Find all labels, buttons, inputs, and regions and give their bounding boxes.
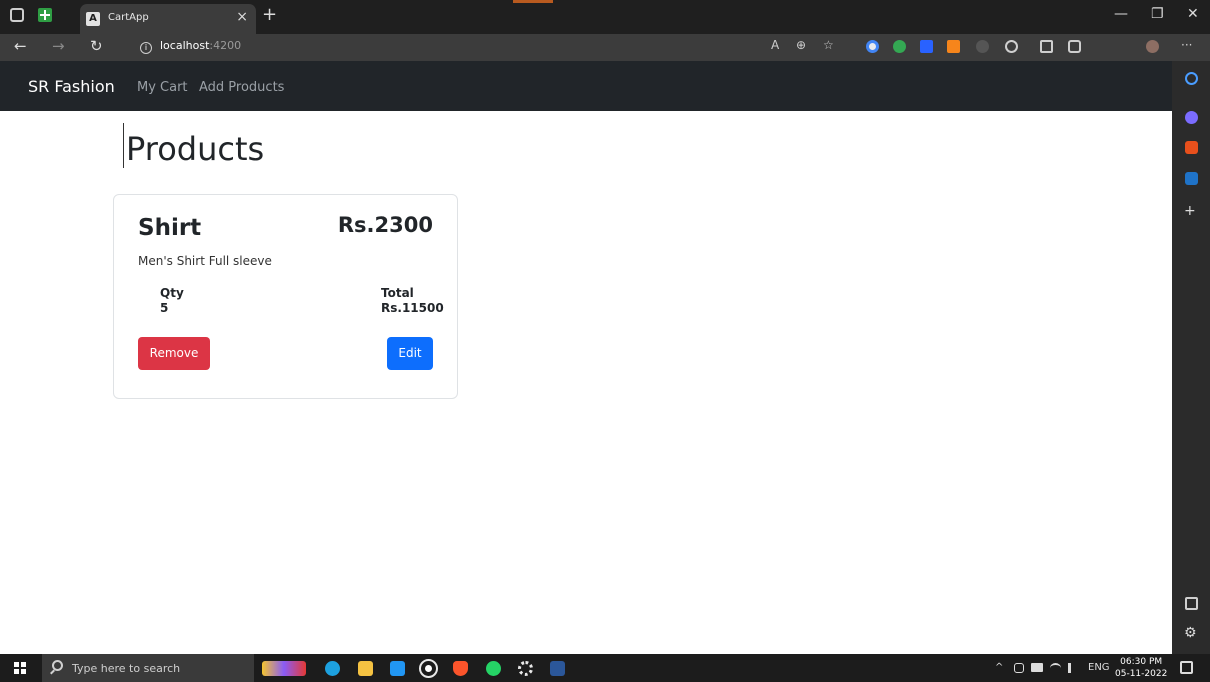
profile-avatar[interactable] <box>1146 40 1159 53</box>
reload-icon[interactable]: ↻ <box>90 37 103 55</box>
tray-app-icon[interactable] <box>1014 663 1024 673</box>
language-indicator[interactable]: ENG <box>1088 662 1110 673</box>
read-aloud-icon[interactable]: A <box>771 38 779 52</box>
search-highlight-icon[interactable] <box>262 661 306 676</box>
brave-browser-icon[interactable] <box>453 661 468 676</box>
favorites-list-icon[interactable] <box>1040 40 1053 53</box>
product-name: Shirt <box>138 215 202 241</box>
outlook-icon[interactable] <box>1185 172 1198 185</box>
workspaces-icon[interactable] <box>38 8 52 22</box>
sidebar-settings-icon[interactable]: ⚙ <box>1184 625 1197 641</box>
clock-date: 05-11-2022 <box>1115 669 1168 679</box>
tab-actions-icon[interactable] <box>10 8 24 22</box>
search-placeholder: Type here to search <box>72 662 181 675</box>
site-info-icon[interactable]: i <box>140 42 152 54</box>
notifications-icon[interactable] <box>1180 661 1193 674</box>
total-value: Rs.11500 <box>381 301 444 315</box>
qty-value: 5 <box>160 301 169 315</box>
search-icon[interactable] <box>1185 72 1198 85</box>
edge-sidebar: + ⚙ <box>1172 61 1210 654</box>
tab-drag-indicator <box>513 0 553 3</box>
more-icon[interactable]: ··· <box>1181 38 1192 52</box>
app-circle-icon[interactable] <box>419 659 438 678</box>
vscode-icon[interactable] <box>390 661 405 676</box>
browser-tab-bar: A CartApp × + — ❐ ✕ <box>0 0 1210 34</box>
product-description: Men's Shirt Full sleeve <box>138 254 272 268</box>
favorite-icon[interactable]: ☆ <box>823 38 834 52</box>
brand-logo[interactable]: SR Fashion <box>28 77 115 96</box>
word-icon[interactable] <box>550 661 565 676</box>
metamask-extension-icon[interactable] <box>947 40 960 53</box>
tray-chevron-icon[interactable]: ^ <box>995 662 1003 673</box>
tab-cartapp[interactable]: A CartApp × <box>80 4 256 34</box>
translate-extension-icon[interactable] <box>920 40 933 53</box>
new-tab-icon[interactable]: + <box>262 4 277 25</box>
windows-start-icon[interactable] <box>14 662 26 674</box>
app-navbar: SR Fashion My Cart Add Products <box>0 61 1172 111</box>
restore-icon[interactable]: ❐ <box>1151 6 1164 22</box>
edit-button[interactable]: Edit <box>387 337 433 370</box>
qty-label: Qty <box>160 286 184 300</box>
clock-time: 06:30 PM <box>1120 657 1163 667</box>
window-close-icon[interactable]: ✕ <box>1187 6 1199 22</box>
discover-icon[interactable] <box>1185 111 1198 124</box>
grammarly-extension-icon[interactable] <box>893 40 906 53</box>
forward-icon[interactable]: → <box>52 37 65 55</box>
url-field[interactable]: i localhost:4200 <box>140 39 241 54</box>
nav-link-my-cart[interactable]: My Cart <box>137 80 188 95</box>
url-port: :4200 <box>209 39 242 52</box>
minimize-icon[interactable]: — <box>1114 6 1128 22</box>
page-title: Products <box>126 130 265 168</box>
search-icon <box>52 660 63 671</box>
nav-link-add-products[interactable]: Add Products <box>199 80 284 95</box>
angular-favicon-icon: A <box>86 12 100 26</box>
settings-app-icon[interactable] <box>518 661 533 676</box>
tab-title: CartApp <box>108 12 149 23</box>
volume-icon[interactable] <box>1068 663 1078 673</box>
text-cursor <box>123 123 124 168</box>
battery-icon[interactable] <box>1031 663 1043 672</box>
windows-taskbar: Type here to search ^ ENG 06:30 PM 05-11… <box>0 654 1210 682</box>
extension-circle-icon[interactable] <box>866 40 879 53</box>
url-host: localhost <box>160 39 210 52</box>
edge-app-icon[interactable] <box>325 661 340 676</box>
browser-essentials-icon[interactable] <box>1005 40 1018 53</box>
product-price: Rs.2300 <box>337 213 433 237</box>
extension-dim-icon[interactable] <box>976 40 989 53</box>
taskbar-search-box[interactable]: Type here to search <box>42 654 254 682</box>
wifi-icon[interactable] <box>1050 663 1061 673</box>
add-sidebar-app-icon[interactable]: + <box>1184 203 1196 219</box>
collections-icon[interactable] <box>1068 40 1081 53</box>
zoom-icon[interactable]: ⊕ <box>796 38 806 52</box>
back-icon[interactable]: ← <box>14 37 27 55</box>
taskbar-clock[interactable]: 06:30 PM 05-11-2022 <box>1115 656 1167 680</box>
hide-sidebar-icon[interactable] <box>1185 597 1198 610</box>
tab-close-icon[interactable]: × <box>236 9 248 25</box>
address-bar-row: ← → ↻ i localhost:4200 A ⊕ ☆ ··· <box>0 34 1210 61</box>
product-card: Shirt Rs.2300 Men's Shirt Full sleeve Qt… <box>113 194 458 399</box>
office-icon[interactable] <box>1185 141 1198 154</box>
remove-button[interactable]: Remove <box>138 337 210 370</box>
file-explorer-icon[interactable] <box>358 661 373 676</box>
whatsapp-icon[interactable] <box>486 661 501 676</box>
total-label: Total <box>381 286 414 300</box>
